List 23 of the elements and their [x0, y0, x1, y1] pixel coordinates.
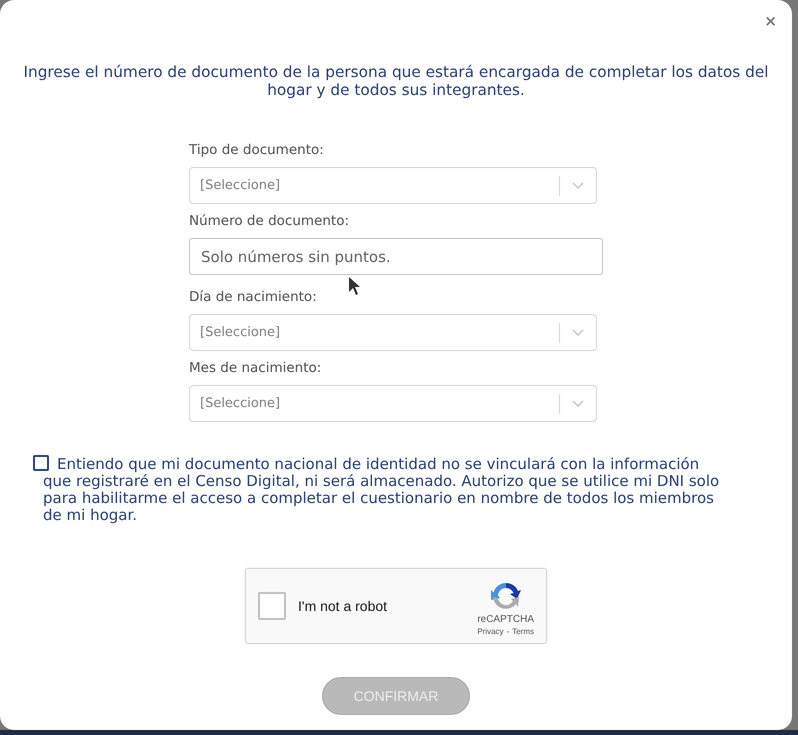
- field-label: Tipo de documento:: [189, 142, 325, 159]
- field-label: Mes de nacimiento:: [189, 360, 322, 377]
- document-number-field[interactable]: Solo números sin puntos.: [189, 238, 603, 275]
- captcha-brand: reCAPTCHA: [477, 614, 534, 626]
- chevron-down-icon: [572, 400, 584, 407]
- intro-text: Ingrese el número de documento de la persona que estará encargada de completar los datos del hogar y de todos sus integrantes.: [22, 63, 770, 99]
- select-field[interactable]: [Seleccione]: [189, 167, 597, 204]
- chevron-down-icon: [572, 329, 584, 336]
- circular-arrows-icon: [490, 580, 522, 612]
- captcha-checkbox[interactable]: [258, 592, 286, 620]
- captcha-label: I'm not a robot: [298, 596, 388, 616]
- close-button[interactable]: ×: [764, 12, 777, 30]
- link-separator: -: [506, 626, 510, 638]
- terms-link[interactable]: Terms: [512, 626, 534, 638]
- field-label: Día de nacimiento:: [189, 289, 318, 306]
- privacy-link[interactable]: Privacy: [477, 626, 504, 638]
- chevron-down-icon: [572, 182, 584, 189]
- field-label: Número de documento:: [189, 213, 350, 230]
- consent-checkbox[interactable]: [33, 455, 49, 471]
- select-field[interactable]: [Seleccione]: [189, 385, 597, 422]
- mouse-pointer-icon: [349, 277, 361, 296]
- select-field[interactable]: [Seleccione]: [189, 314, 597, 351]
- consent-text: Entiendo que mi documento nacional de identidad no se vinculará con la información que registraré en el Censo Digital, ni será almacenado. Autorizo que se utilice mi DNI solo para habilitarme el acceso a completar el cuestionario en nombre de todos los miembros de mi hogar.: [43, 455, 720, 524]
